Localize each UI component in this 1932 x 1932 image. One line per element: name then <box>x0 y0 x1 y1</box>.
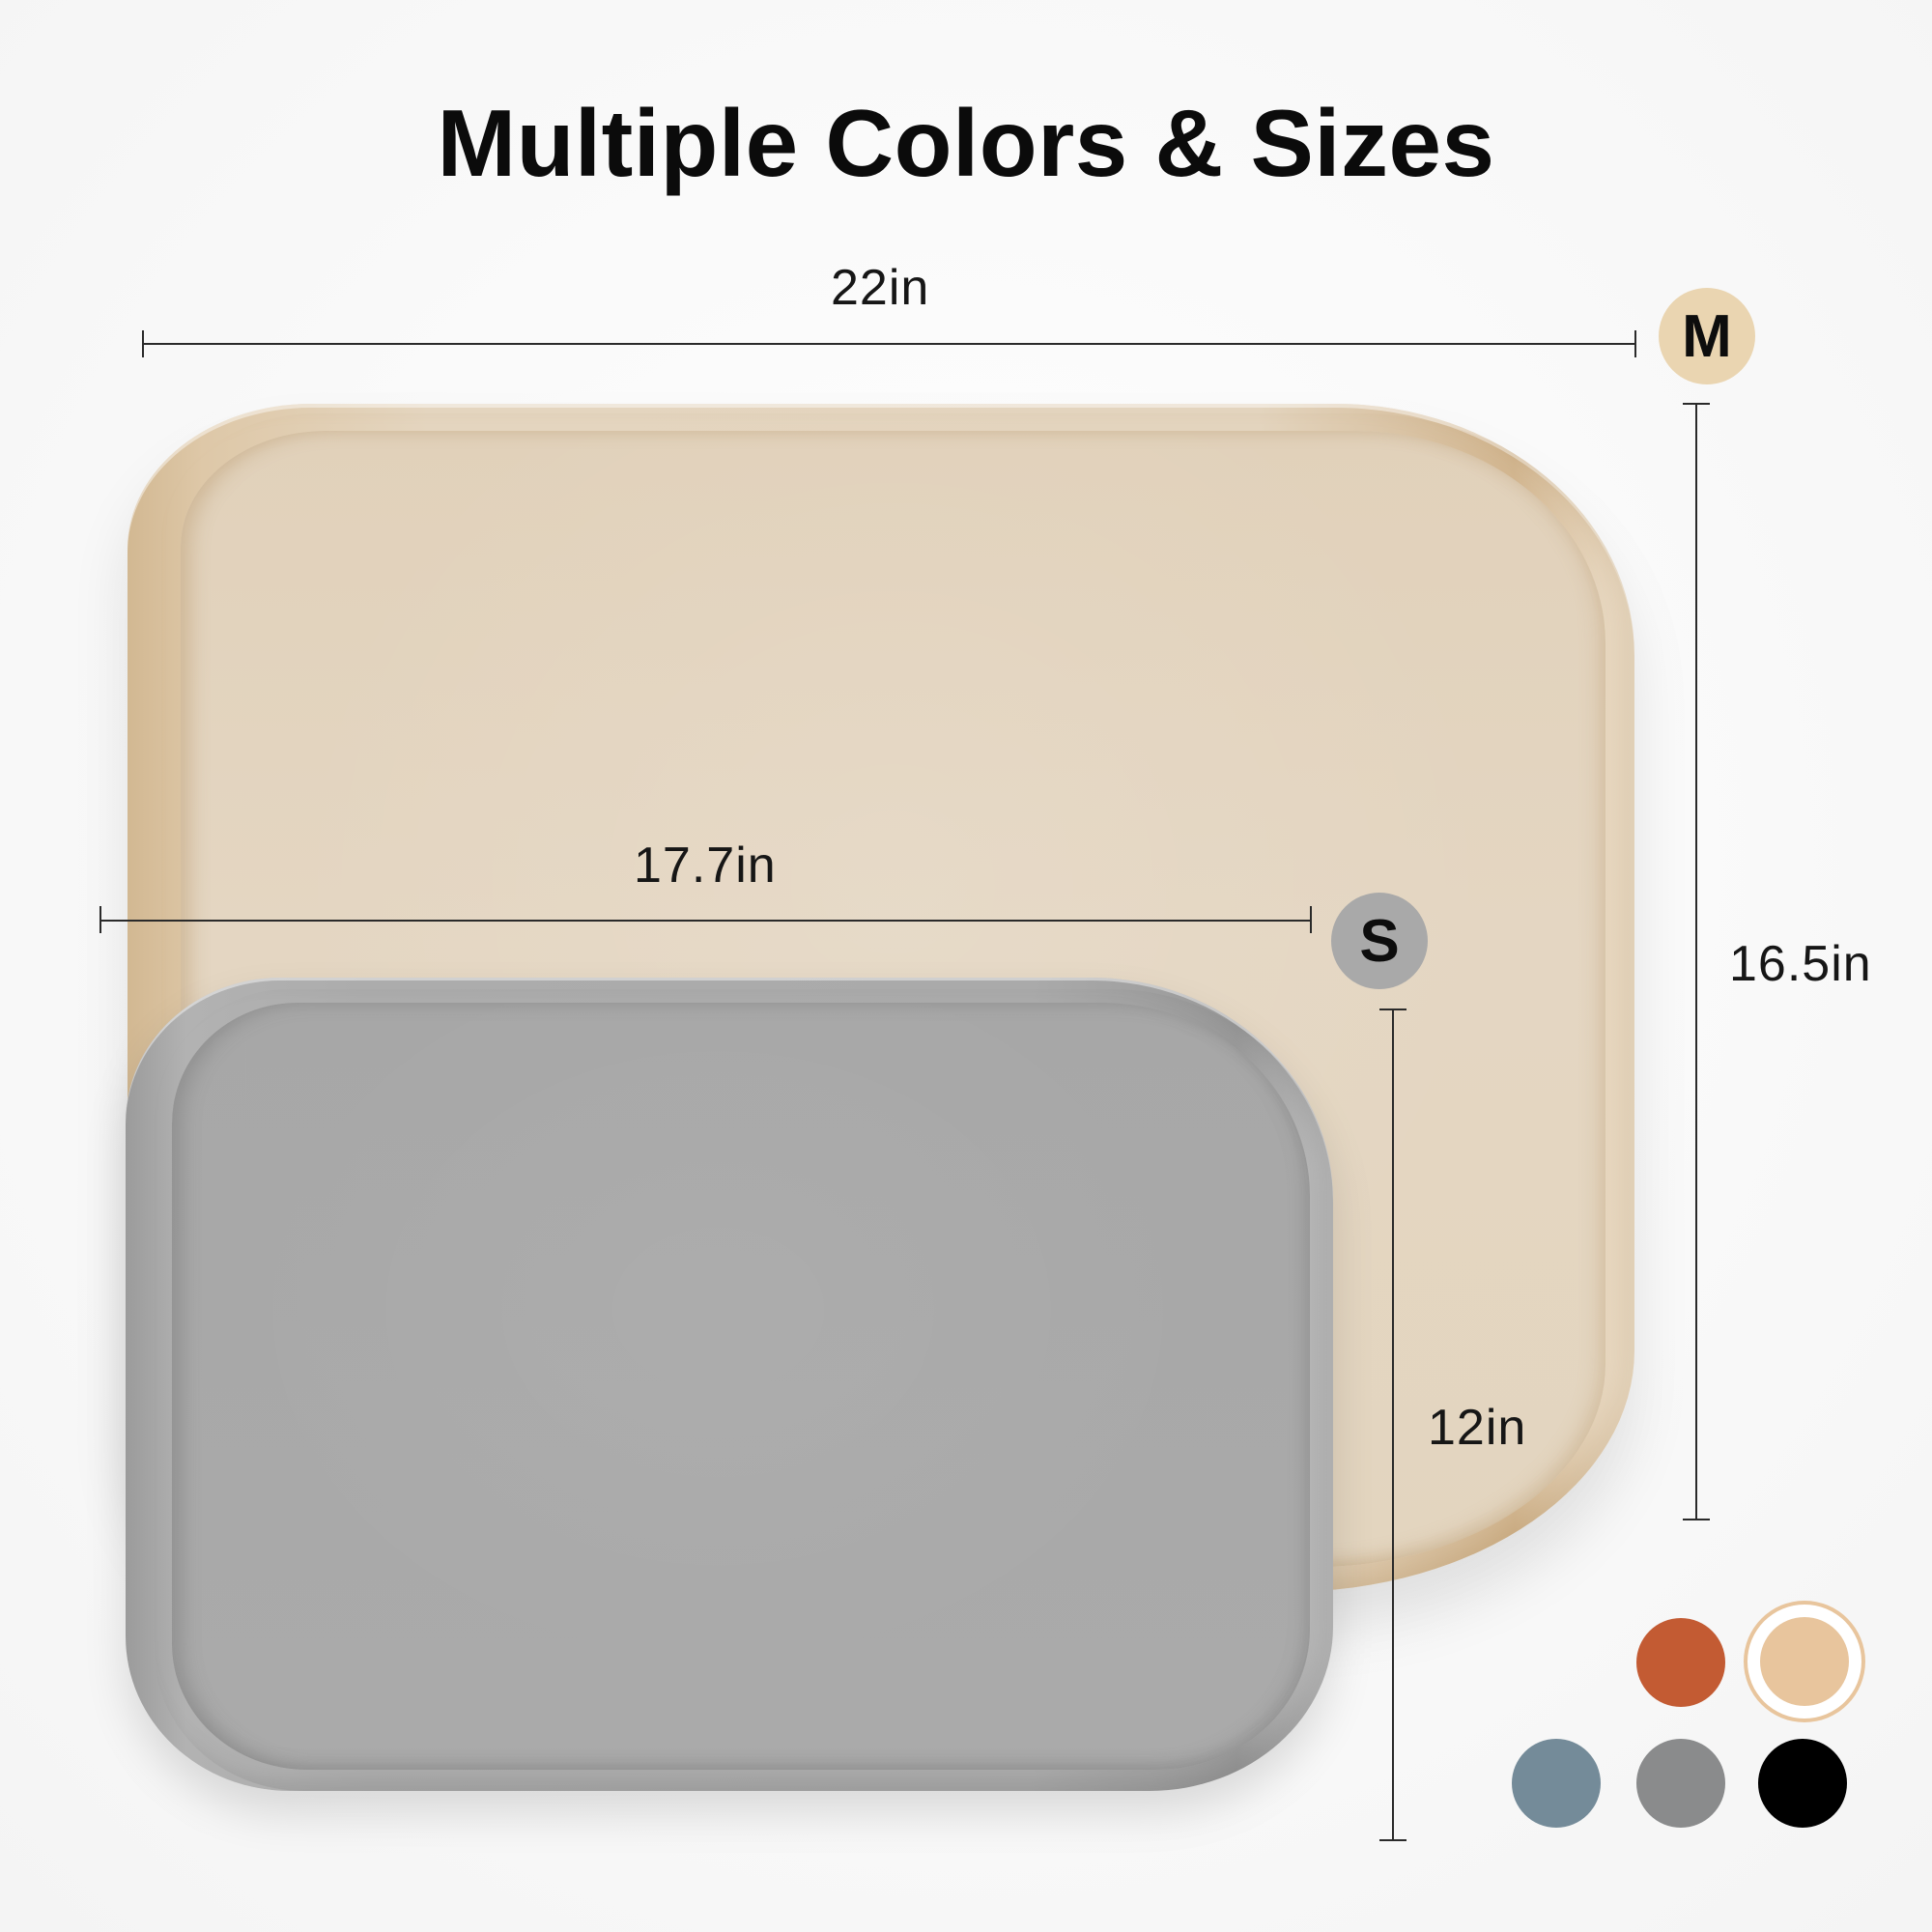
medium-height-bottom-cap <box>1683 1519 1710 1520</box>
medium-height-top-cap <box>1683 403 1710 405</box>
tray-small <box>126 978 1333 1791</box>
size-badge-icon: M <box>1682 302 1732 370</box>
color-swatch-beige[interactable] <box>1744 1601 1865 1722</box>
medium-width-right-cap <box>1634 330 1636 357</box>
size-badge-icon: S <box>1359 907 1400 975</box>
medium-width-line <box>143 343 1635 345</box>
medium-width-label: 22in <box>831 260 930 316</box>
small-width-right-cap <box>1310 906 1312 933</box>
product-canvas: Multiple Colors & Sizes 22in M 16.5in 17… <box>0 0 1932 1932</box>
page-title: Multiple Colors & Sizes <box>437 90 1495 196</box>
size-badge-small: S <box>1331 893 1428 989</box>
color-swatch-gray[interactable] <box>1636 1739 1725 1828</box>
small-width-line <box>100 920 1311 922</box>
small-width-left-cap <box>99 906 101 933</box>
small-height-top-cap <box>1379 1009 1406 1010</box>
color-swatch-rust[interactable] <box>1636 1618 1725 1707</box>
medium-height-label: 16.5in <box>1729 936 1872 992</box>
medium-height-line <box>1695 404 1697 1520</box>
small-width-label: 17.7in <box>634 838 777 894</box>
color-swatch-blue[interactable] <box>1512 1739 1601 1828</box>
small-height-label: 12in <box>1428 1400 1527 1456</box>
small-height-line <box>1392 1009 1394 1840</box>
size-badge-medium: M <box>1659 288 1755 384</box>
medium-width-left-cap <box>142 330 144 357</box>
color-swatch-black[interactable] <box>1758 1739 1847 1828</box>
small-height-bottom-cap <box>1379 1839 1406 1841</box>
color-swatch-icon <box>1760 1617 1849 1706</box>
